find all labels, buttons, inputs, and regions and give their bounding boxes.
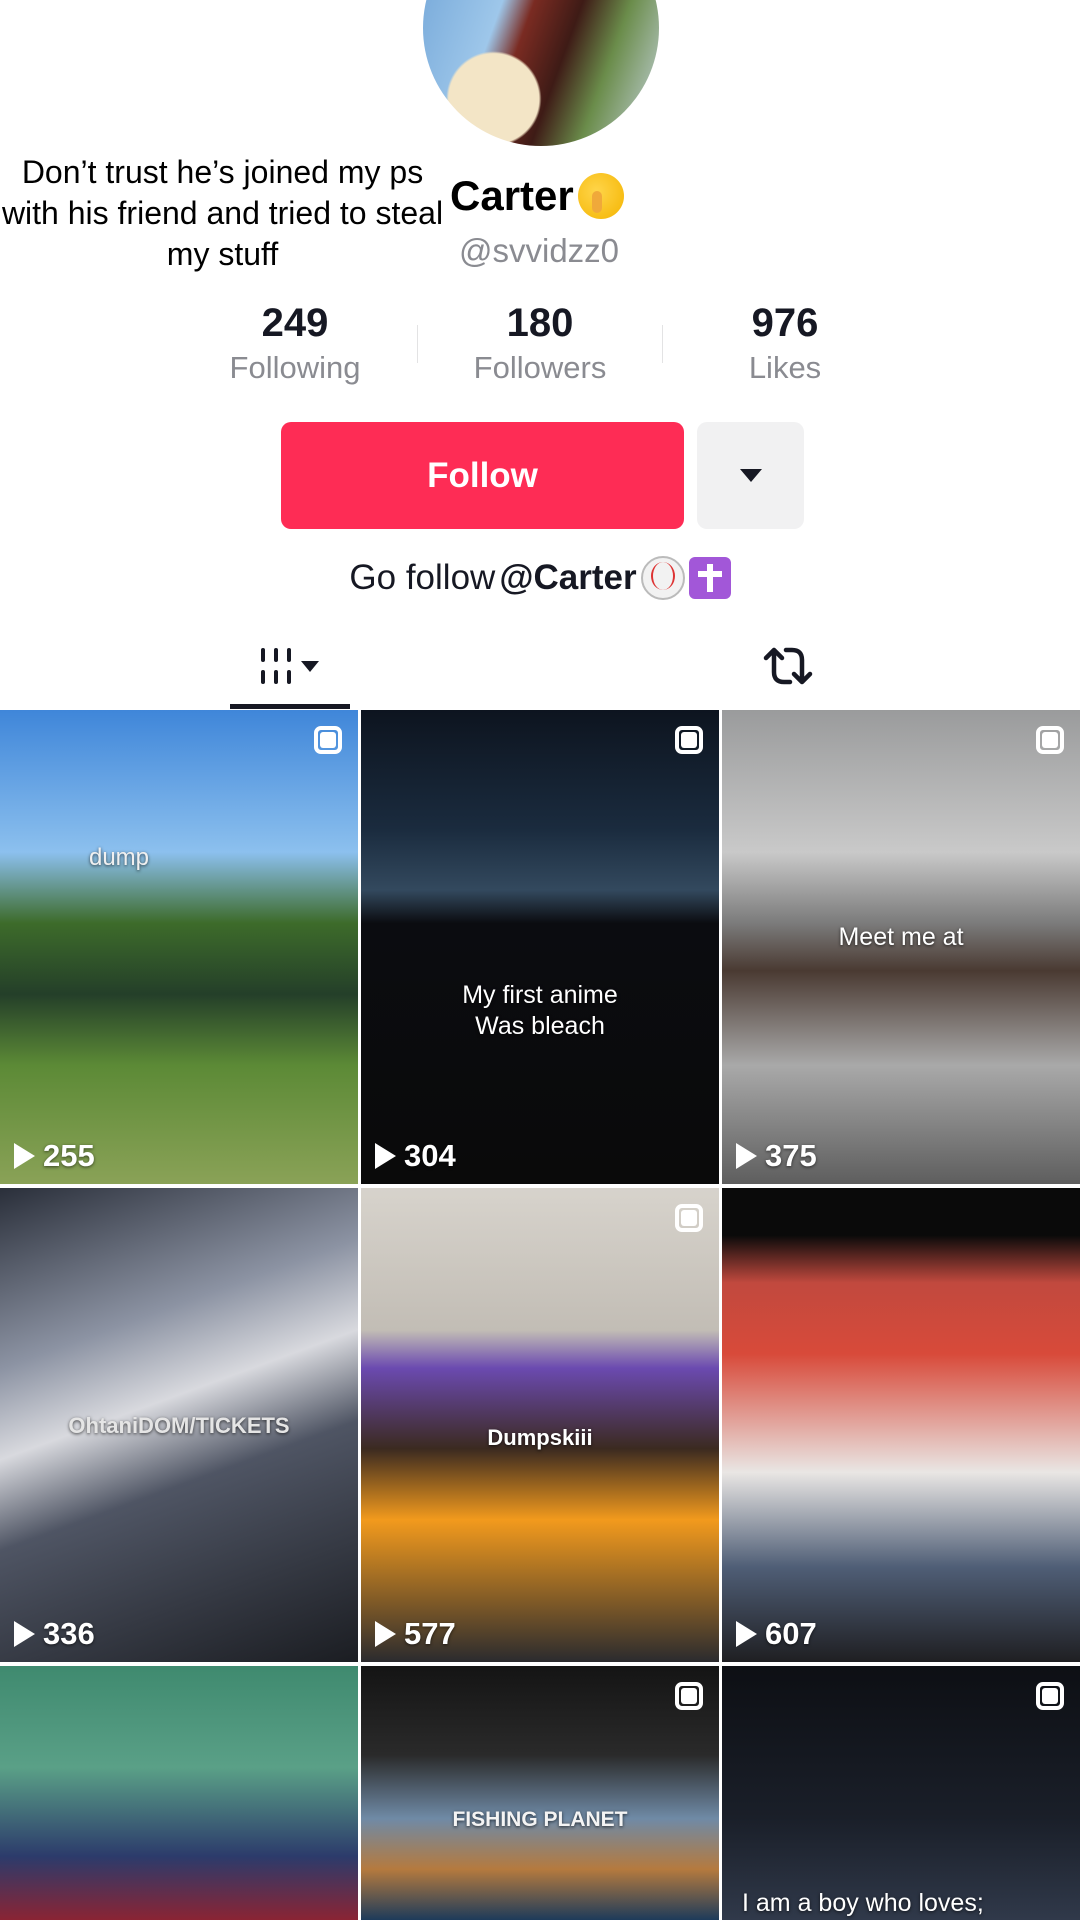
profile-name-text: Carter [450,172,574,219]
chevron-down-icon [301,660,319,672]
stat-following[interactable]: 249 Following [185,298,405,388]
video-view-count: 336 [14,1616,95,1652]
video-view-count: 577 [375,1616,456,1652]
tab-reposts[interactable] [760,640,816,697]
video-overlay-text: Meet me at [838,923,964,951]
video-overlay-text: dump [88,844,150,871]
video-tile[interactable]: Dumpskiii 577 [361,1188,719,1662]
video-overlay-text: Dumpskiii [487,1425,593,1450]
chevron-down-icon [739,469,762,482]
grid-icon [261,648,291,684]
video-view-count: 607 [736,1616,817,1652]
stat-divider [417,325,418,363]
video-tile[interactable]: My first anime Was bleach 304 [361,710,719,1184]
video-overlay-text: My first anime Was bleach [462,981,618,1040]
video-tile[interactable]: 607 [722,1188,1080,1662]
multi-photo-icon [675,726,703,754]
video-tile[interactable]: dump 255 [0,710,358,1184]
multi-photo-icon [314,726,342,754]
tab-videos[interactable] [230,622,350,710]
video-overlay-text: OhtaniDOM/TICKETS [68,1413,290,1438]
stat-following-label: Following [229,350,361,385]
profile-bio: Go follow @Carter [0,556,1080,600]
video-tile[interactable]: FISHING PLANET [361,1666,719,1920]
video-tile[interactable]: OhtaniDOM/TICKETS 336 [0,1188,358,1662]
video-view-count: 255 [14,1138,95,1174]
multi-photo-icon [675,1682,703,1710]
profile-stats: 249 Following 180 Followers 976 Likes [0,298,1080,398]
stat-followers-label: Followers [473,350,607,385]
profile-tabs [0,622,1080,710]
multi-photo-icon [1036,1682,1064,1710]
baseball-icon [640,556,685,600]
latin-cross-icon [688,557,731,599]
multi-photo-icon [675,1204,703,1232]
stat-followers[interactable]: 180 Followers [430,298,650,388]
profile-name: Carter [450,172,624,220]
profile-handle: @svvidzz0 [459,232,620,269]
play-icon [736,1621,757,1647]
play-icon [14,1143,35,1169]
bio-mention-link[interactable]: @Carter [499,558,636,598]
play-icon [14,1621,35,1647]
video-view-count: 375 [736,1138,817,1174]
profile-caption-overlay: Don’t trust he’s joined my ps with his f… [1,154,444,272]
bio-text: Go follow [349,558,496,597]
video-tile[interactable]: I am a boy who loves; [722,1666,1080,1920]
stat-likes-count: 976 [751,301,819,345]
stat-following-count: 249 [261,301,329,345]
video-overlay-text: I am a boy who loves; [742,1889,984,1917]
more-options-button[interactable] [697,422,804,529]
multi-photo-icon [1036,726,1064,754]
video-tile[interactable] [0,1666,358,1920]
stat-likes-label: Likes [748,350,822,385]
video-overlay-text: FISHING PLANET [452,1808,628,1831]
play-icon [375,1621,396,1647]
active-tab-indicator [230,704,350,709]
play-icon [375,1143,396,1169]
video-tile[interactable]: Meet me at 375 [722,710,1080,1184]
profile-avatar[interactable] [423,0,659,146]
stat-divider [662,325,663,363]
shushing-face-icon [577,173,624,219]
stat-followers-count: 180 [506,301,574,345]
video-view-count: 304 [375,1138,456,1174]
repost-icon [763,647,813,685]
follow-button[interactable]: Follow [281,422,684,529]
play-icon [736,1143,757,1169]
stat-likes[interactable]: 976 Likes [675,298,895,388]
